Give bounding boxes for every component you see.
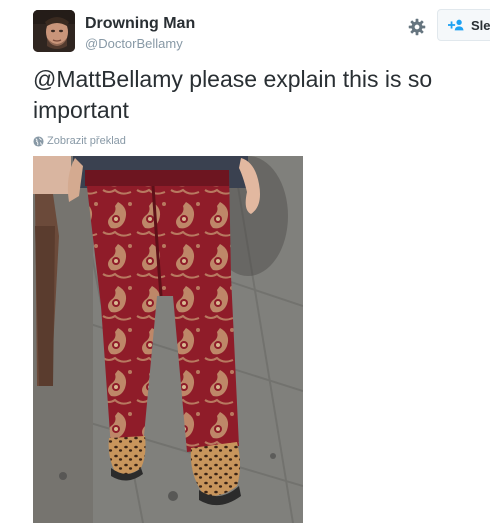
photo-image <box>33 156 303 523</box>
globe-icon <box>33 135 44 147</box>
follow-button-label: Sle <box>471 18 490 33</box>
author-avatar[interactable] <box>33 10 75 52</box>
translate-label: Zobrazit překlad <box>47 135 126 147</box>
settings-gear-button[interactable] <box>406 16 428 38</box>
translate-link[interactable]: Zobrazit překlad <box>33 135 126 147</box>
gear-icon <box>408 18 426 36</box>
tweet-photo[interactable] <box>33 156 303 523</box>
tweet-mention-link[interactable]: @MattBellamy <box>33 66 183 92</box>
author-handle[interactable]: @DoctorBellamy <box>85 36 183 51</box>
follow-button[interactable]: Sle <box>437 9 490 41</box>
tweet-text: @MattBellamy please explain this is so i… <box>33 64 485 126</box>
author-display-name[interactable]: Drowning Man <box>85 15 195 33</box>
follow-user-icon <box>448 19 464 31</box>
avatar-image <box>33 10 75 52</box>
